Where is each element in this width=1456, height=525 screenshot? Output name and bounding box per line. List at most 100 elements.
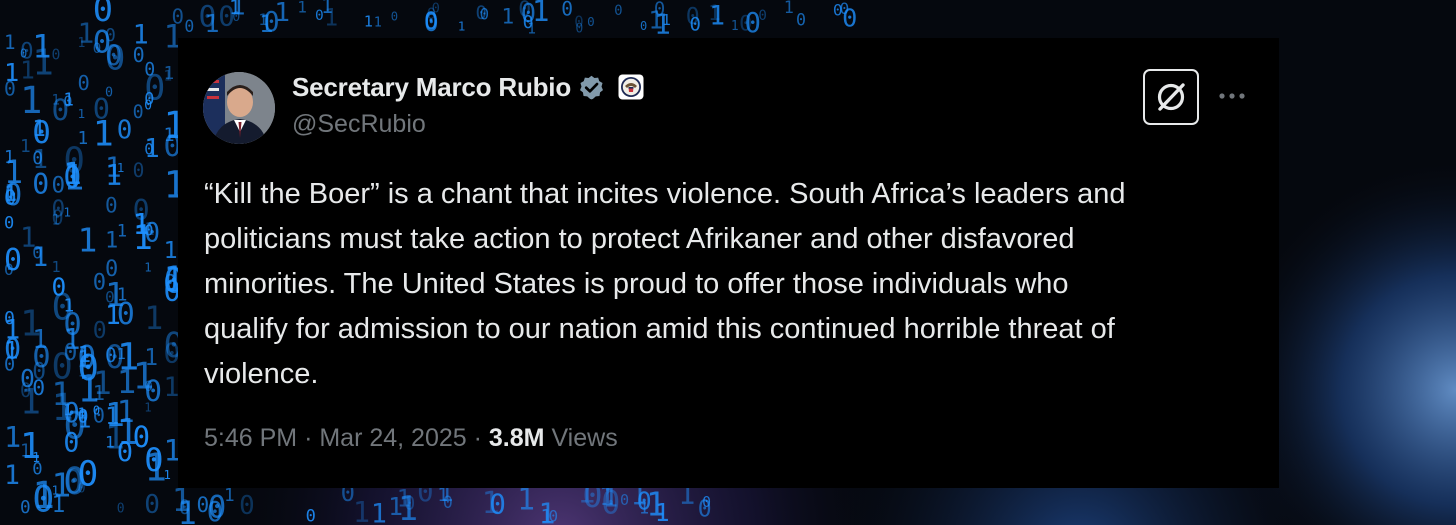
svg-text:1: 1 — [297, 0, 307, 16]
svg-text:1: 1 — [204, 9, 219, 38]
grok-icon — [1157, 83, 1185, 111]
meta-separator: · — [473, 424, 482, 452]
svg-text:0: 0 — [620, 491, 629, 509]
svg-text:0: 0 — [93, 41, 102, 57]
svg-text:0: 0 — [4, 308, 15, 329]
svg-text:1: 1 — [52, 92, 60, 108]
svg-text:1: 1 — [52, 213, 61, 229]
svg-text:0: 0 — [4, 78, 16, 101]
svg-text:0: 0 — [391, 10, 398, 24]
svg-text:1: 1 — [20, 136, 31, 157]
svg-text:0: 0 — [117, 115, 133, 145]
svg-text:0: 0 — [698, 497, 712, 523]
svg-text:1: 1 — [78, 407, 92, 433]
svg-text:0: 0 — [179, 496, 191, 519]
tweet-text-line: politicians must take action to protect … — [204, 223, 1075, 255]
views-label: Views — [551, 424, 618, 452]
tweet-text-line: minorities. The United States is proud t… — [204, 268, 1069, 300]
svg-text:1: 1 — [32, 27, 51, 65]
svg-text:0: 0 — [833, 1, 843, 20]
svg-text:1: 1 — [374, 15, 382, 31]
svg-text:1: 1 — [20, 441, 31, 462]
svg-text:1: 1 — [164, 63, 175, 84]
svg-text:0: 0 — [587, 14, 595, 29]
svg-text:1: 1 — [4, 421, 21, 454]
views-count[interactable]: 3.8M — [489, 424, 545, 452]
svg-text:0: 0 — [4, 355, 15, 376]
svg-text:0: 0 — [239, 491, 255, 521]
svg-text:0: 0 — [208, 489, 227, 525]
svg-text:0: 0 — [184, 17, 194, 36]
svg-text:0: 0 — [144, 222, 153, 240]
svg-text:1: 1 — [63, 296, 74, 317]
svg-text:1: 1 — [371, 499, 387, 525]
svg-text:1: 1 — [144, 134, 159, 164]
svg-text:1: 1 — [164, 468, 171, 482]
svg-text:0: 0 — [105, 86, 113, 101]
svg-text:1: 1 — [117, 160, 125, 175]
more-options-button[interactable] — [1212, 78, 1252, 114]
svg-text:1: 1 — [541, 506, 552, 525]
svg-text:1: 1 — [482, 486, 500, 521]
svg-text:1: 1 — [63, 157, 81, 192]
svg-text:0: 0 — [521, 0, 536, 28]
tweet-text: “Kill the Boer” is a chant that incites … — [204, 172, 1254, 397]
svg-text:0: 0 — [32, 376, 45, 401]
state-department-seal-icon — [618, 74, 644, 100]
author-handle[interactable]: @SecRubio — [292, 110, 426, 139]
svg-text:0: 0 — [144, 490, 160, 520]
grok-button[interactable] — [1143, 69, 1199, 125]
svg-text:1: 1 — [4, 180, 18, 206]
svg-text:0: 0 — [144, 89, 154, 109]
tweet-meta: 5:46 PM · Mar 24, 2025 · 3.8M Views — [204, 424, 618, 453]
tweet-time[interactable]: 5:46 PM — [204, 424, 297, 452]
tweet-text-line: “Kill the Boer” is a chant that incites … — [204, 178, 1126, 210]
svg-text:0: 0 — [32, 243, 42, 263]
svg-text:1: 1 — [144, 260, 151, 274]
svg-text:0: 0 — [640, 19, 647, 33]
tweet-text-line: qualify for admission to our nation amid… — [204, 313, 1115, 345]
svg-text:0: 0 — [315, 8, 324, 24]
svg-text:1: 1 — [78, 107, 86, 122]
svg-text:1: 1 — [78, 128, 89, 149]
svg-text:0: 0 — [63, 339, 77, 366]
svg-text:0: 0 — [263, 7, 279, 38]
tweet-card: Secretary Marco Rubio @SecRubio “Kill th… — [178, 38, 1279, 488]
svg-text:1: 1 — [662, 11, 671, 29]
svg-text:0: 0 — [105, 38, 125, 77]
svg-text:1: 1 — [229, 0, 241, 19]
svg-text:0: 0 — [133, 102, 144, 123]
svg-text:0: 0 — [78, 455, 99, 495]
svg-text:1: 1 — [501, 5, 514, 30]
svg-text:0: 0 — [133, 159, 145, 182]
svg-text:1: 1 — [144, 301, 163, 337]
svg-text:0: 0 — [745, 8, 762, 39]
tweet-text-line: violence. — [204, 358, 319, 390]
svg-text:0: 0 — [614, 3, 623, 19]
svg-text:1: 1 — [117, 222, 127, 242]
svg-text:0: 0 — [105, 257, 118, 282]
svg-text:1: 1 — [32, 325, 47, 355]
avatar[interactable] — [203, 72, 275, 144]
author-name-row: Secretary Marco Rubio — [292, 72, 644, 102]
svg-text:0: 0 — [93, 404, 105, 428]
tweet-date[interactable]: Mar 24, 2025 — [319, 424, 466, 452]
svg-text:1: 1 — [364, 13, 373, 31]
verified-badge-icon — [578, 74, 605, 101]
svg-text:0: 0 — [574, 13, 583, 31]
svg-text:1: 1 — [78, 221, 98, 260]
svg-text:1: 1 — [93, 114, 114, 154]
svg-text:0: 0 — [105, 288, 115, 307]
svg-text:0: 0 — [480, 5, 489, 24]
svg-text:1: 1 — [4, 31, 16, 54]
display-name[interactable]: Secretary Marco Rubio — [292, 72, 571, 103]
svg-text:0: 0 — [424, 8, 439, 37]
meta-separator: · — [304, 424, 313, 452]
svg-text:1: 1 — [784, 0, 794, 17]
svg-text:0: 0 — [306, 506, 316, 525]
svg-text:0: 0 — [78, 71, 90, 95]
svg-text:0: 0 — [52, 47, 61, 64]
svg-text:1: 1 — [709, 0, 725, 31]
svg-text:0: 0 — [105, 194, 118, 218]
svg-text:0: 0 — [172, 4, 185, 28]
